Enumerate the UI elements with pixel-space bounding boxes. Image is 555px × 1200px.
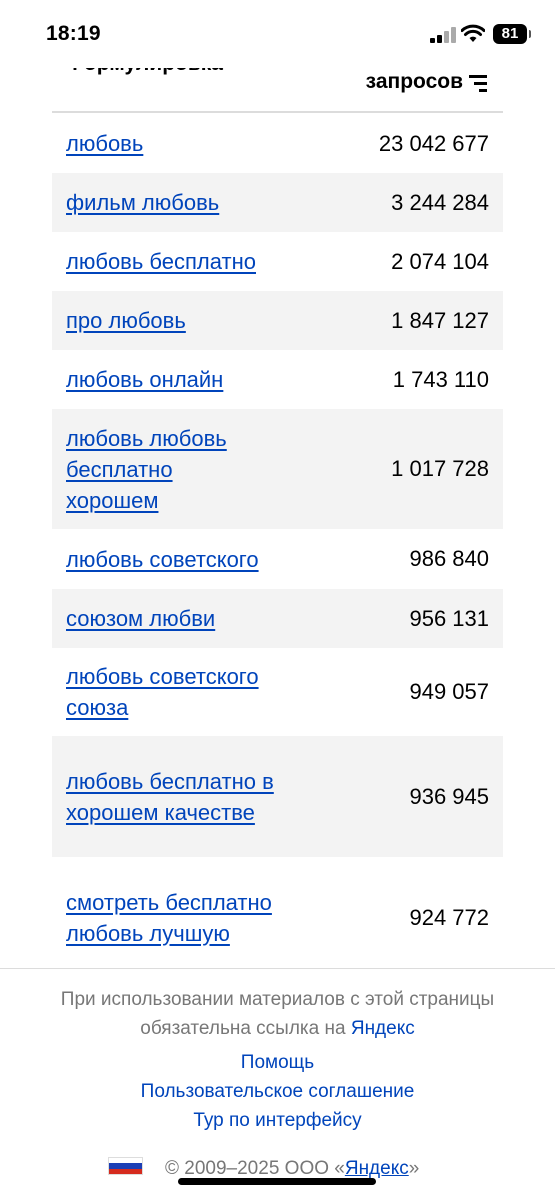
count-column-header[interactable]: запросов — [366, 70, 463, 94]
phrase-link[interactable]: любовь бесплатно — [66, 246, 306, 277]
copyright-yandex-link[interactable]: Яндекс — [345, 1158, 409, 1179]
status-bar: 18:19 81 — [0, 0, 555, 68]
phrase-link[interactable]: любовь онлайн — [66, 364, 306, 395]
phrase-link[interactable]: союзом любви — [66, 603, 306, 634]
request-count: 956 131 — [409, 605, 489, 631]
table-row: смотреть бесплатно любовь лучшую 924 772 — [52, 857, 503, 968]
table-row: фильм любовь 3 244 284 — [52, 173, 503, 232]
interface-tour-link[interactable]: Тур по интерфейсу — [0, 1110, 555, 1132]
request-count: 1 847 127 — [391, 307, 489, 333]
russia-flag-icon[interactable] — [108, 1157, 143, 1175]
wifi-icon — [461, 24, 485, 42]
table-row: союзом любви 956 131 — [52, 589, 503, 648]
table-row: любовь советского 986 840 — [52, 529, 503, 589]
attribution-text: обязательна ссылка на — [140, 1018, 346, 1039]
copyright-end: » — [408, 1158, 420, 1179]
table-row: любовь советского союза 949 057 — [52, 648, 503, 736]
signal-icon — [430, 27, 456, 43]
home-indicator — [178, 1178, 376, 1185]
request-count: 924 772 — [409, 904, 489, 930]
copyright: © 2009–2025 ООО «Яндекс» — [165, 1158, 419, 1180]
battery-icon: 81 — [493, 24, 531, 44]
request-count: 1 017 728 — [391, 456, 489, 481]
table-row: любовь 23 042 677 — [52, 114, 503, 173]
attribution-line-2: обязательна ссылка на Яндекс — [0, 1014, 555, 1043]
table-row: любовь любовь бесплатно хорошем 1 017 72… — [52, 409, 503, 529]
status-time: 18:19 — [46, 22, 101, 45]
request-count: 949 057 — [409, 679, 489, 704]
request-count: 936 945 — [409, 783, 489, 809]
copyright-text: © 2009–2025 ООО « — [165, 1158, 345, 1179]
phrase-link[interactable]: любовь — [66, 128, 306, 159]
phrase-link[interactable]: смотреть бесплатно любовь лучшую — [66, 887, 291, 949]
table-body: любовь 23 042 677 фильм любовь 3 244 284… — [52, 114, 503, 968]
request-count: 23 042 677 — [378, 130, 489, 156]
attribution-note: При использовании материалов с этой стра… — [0, 985, 555, 1043]
table-row: про любовь 1 847 127 — [52, 291, 503, 350]
request-count: 1 743 110 — [392, 366, 489, 392]
phrase-link[interactable]: любовь бесплатно в хорошем качестве — [66, 766, 286, 828]
table-row: любовь бесплатно 2 074 104 — [52, 232, 503, 291]
request-count: 3 244 284 — [391, 189, 489, 215]
help-link[interactable]: Помощь — [0, 1052, 555, 1074]
phrase-link[interactable]: любовь советского союза — [66, 661, 291, 723]
table-row: любовь бесплатно в хорошем качестве 936 … — [52, 736, 503, 857]
queries-table: Формулировка запросов любовь 23 042 677 … — [52, 0, 503, 968]
phrase-link[interactable]: фильм любовь — [66, 187, 306, 218]
phrase-link[interactable]: любовь любовь бесплатно хорошем — [66, 423, 256, 516]
request-count: 2 074 104 — [391, 248, 489, 274]
sort-icon[interactable] — [469, 75, 487, 92]
phrase-link[interactable]: любовь советского — [66, 544, 306, 575]
page-footer: При использовании материалов с этой стра… — [0, 968, 555, 1200]
user-agreement-link[interactable]: Пользовательское соглашение — [0, 1081, 555, 1103]
phrase-link[interactable]: про любовь — [66, 305, 306, 336]
request-count: 986 840 — [409, 546, 489, 571]
yandex-attribution-link[interactable]: Яндекс — [351, 1018, 415, 1039]
attribution-line-1: При использовании материалов с этой стра… — [60, 989, 495, 1010]
table-row: любовь онлайн 1 743 110 — [52, 350, 503, 409]
